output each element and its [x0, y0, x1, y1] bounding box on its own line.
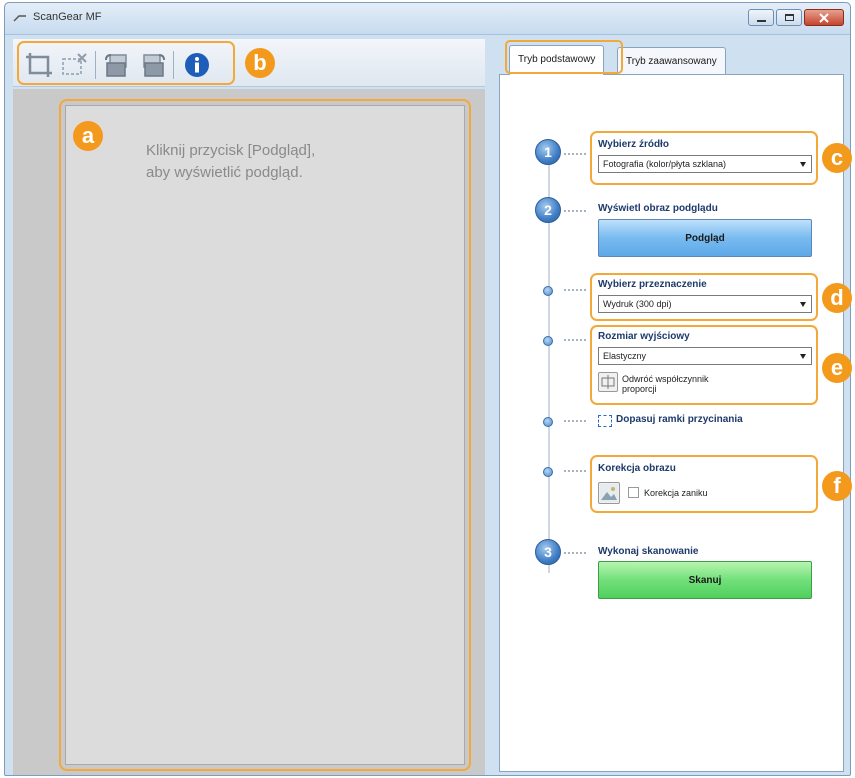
info-icon [185, 53, 209, 77]
callout-f: f [822, 471, 852, 501]
maximize-button[interactable] [776, 9, 802, 26]
toolbar: b [13, 39, 485, 87]
step-1-badge: 1 [535, 139, 561, 165]
minimize-button[interactable] [748, 9, 774, 26]
output-size-select[interactable]: Elastyczny [598, 347, 812, 365]
step-3-badge: 3 [535, 539, 561, 565]
step-dot [543, 467, 553, 477]
toolbar-separator [173, 51, 174, 79]
chevron-down-icon [800, 302, 806, 307]
callout-c: c [822, 143, 852, 173]
destination-label: Wybierz przeznaczenie [598, 279, 707, 290]
landscape-icon [600, 484, 618, 502]
callout-a: a [73, 121, 103, 151]
preview-hint: Kliknij przycisk [Podgląd], aby wyświetl… [146, 142, 316, 181]
step-2-badge: 2 [535, 197, 561, 223]
step-dot [543, 336, 553, 346]
correction-image-icon [598, 482, 620, 504]
app-icon [13, 15, 26, 22]
scan-step-label: Wykonaj skanowanie [598, 546, 699, 557]
maximize-icon [784, 14, 794, 21]
scan-button[interactable]: Skanuj [598, 561, 812, 599]
app-window: ScanGear MF b Kliknij przycisk [Podgląd]… [4, 2, 852, 776]
step-dot [543, 417, 553, 427]
callout-e: e [822, 353, 852, 383]
preview-button[interactable]: Podgląd [598, 219, 812, 257]
correction-label: Korekcja obrazu [598, 463, 676, 474]
preview-area: Kliknij przycisk [Podgląd], aby wyświetl… [13, 89, 485, 775]
close-button[interactable] [804, 9, 844, 26]
basic-mode-panel: 1 Wybierz źródło Fotografia (kolor/płyta… [499, 74, 852, 772]
aspect-ratio-icon [601, 375, 615, 389]
remove-crop-icon [62, 53, 87, 75]
step-connector [564, 552, 586, 554]
preview-canvas[interactable]: Kliknij przycisk [Podgląd], aby wyświetl… [65, 105, 465, 765]
rotate-right-icon [143, 54, 165, 77]
rotate-right-button[interactable] [137, 51, 169, 79]
toolbar-highlight [17, 41, 235, 85]
source-select-value: Fotografia (kolor/płyta szklana) [603, 159, 727, 169]
source-label: Wybierz źródło [598, 139, 669, 150]
adjust-crop-frames-link[interactable]: Dopasuj ramki przycinania [616, 414, 743, 425]
output-size-select-value: Elastyczny [603, 351, 647, 361]
step-connector [564, 289, 586, 291]
close-icon [819, 12, 829, 23]
output-size-label: Rozmiar wyjściowy [598, 331, 690, 342]
chevron-down-icon [800, 354, 806, 359]
remove-crop-button[interactable] [59, 51, 91, 79]
preview-step-label: Wyświetl obraz podglądu [598, 203, 718, 214]
fading-correction-label: Korekcja zaniku [644, 488, 708, 498]
crop-button[interactable] [23, 51, 55, 79]
invert-ratio-button[interactable] [598, 372, 618, 392]
step-connector [564, 153, 586, 155]
step-connector [564, 420, 586, 422]
tab-advanced-mode[interactable]: Tryb zaawansowany [617, 47, 726, 75]
minimize-icon [756, 19, 766, 22]
destination-select-value: Wydruk (300 dpi) [603, 299, 672, 309]
step-connector [564, 210, 586, 212]
step-connector [564, 470, 586, 472]
callout-d: d [822, 283, 852, 313]
destination-select[interactable]: Wydruk (300 dpi) [598, 295, 812, 313]
window-title: ScanGear MF [33, 11, 102, 23]
fading-correction-checkbox[interactable] [628, 487, 639, 498]
rotate-left-button[interactable] [101, 51, 133, 79]
preview-highlight: Kliknij przycisk [Podgląd], aby wyświetl… [59, 99, 471, 771]
window-controls [748, 9, 844, 26]
chevron-down-icon [800, 162, 806, 167]
crop-icon [26, 53, 52, 77]
toolbar-separator [95, 51, 96, 79]
callout-b: b [245, 48, 275, 78]
info-button[interactable] [181, 51, 209, 79]
rotate-left-icon [105, 54, 127, 77]
settings-panel: Tryb podstawowy Tryb zaawansowany 1 Wybi… [489, 39, 852, 775]
source-select[interactable]: Fotografia (kolor/płyta szklana) [598, 155, 812, 173]
step-connector [564, 339, 586, 341]
step-dot [543, 286, 553, 296]
tab-highlight [505, 40, 623, 74]
title-bar: ScanGear MF [5, 3, 850, 35]
crop-frame-icon [598, 415, 612, 427]
invert-ratio-label: Odwróć współczynnik proporcji [622, 374, 709, 394]
